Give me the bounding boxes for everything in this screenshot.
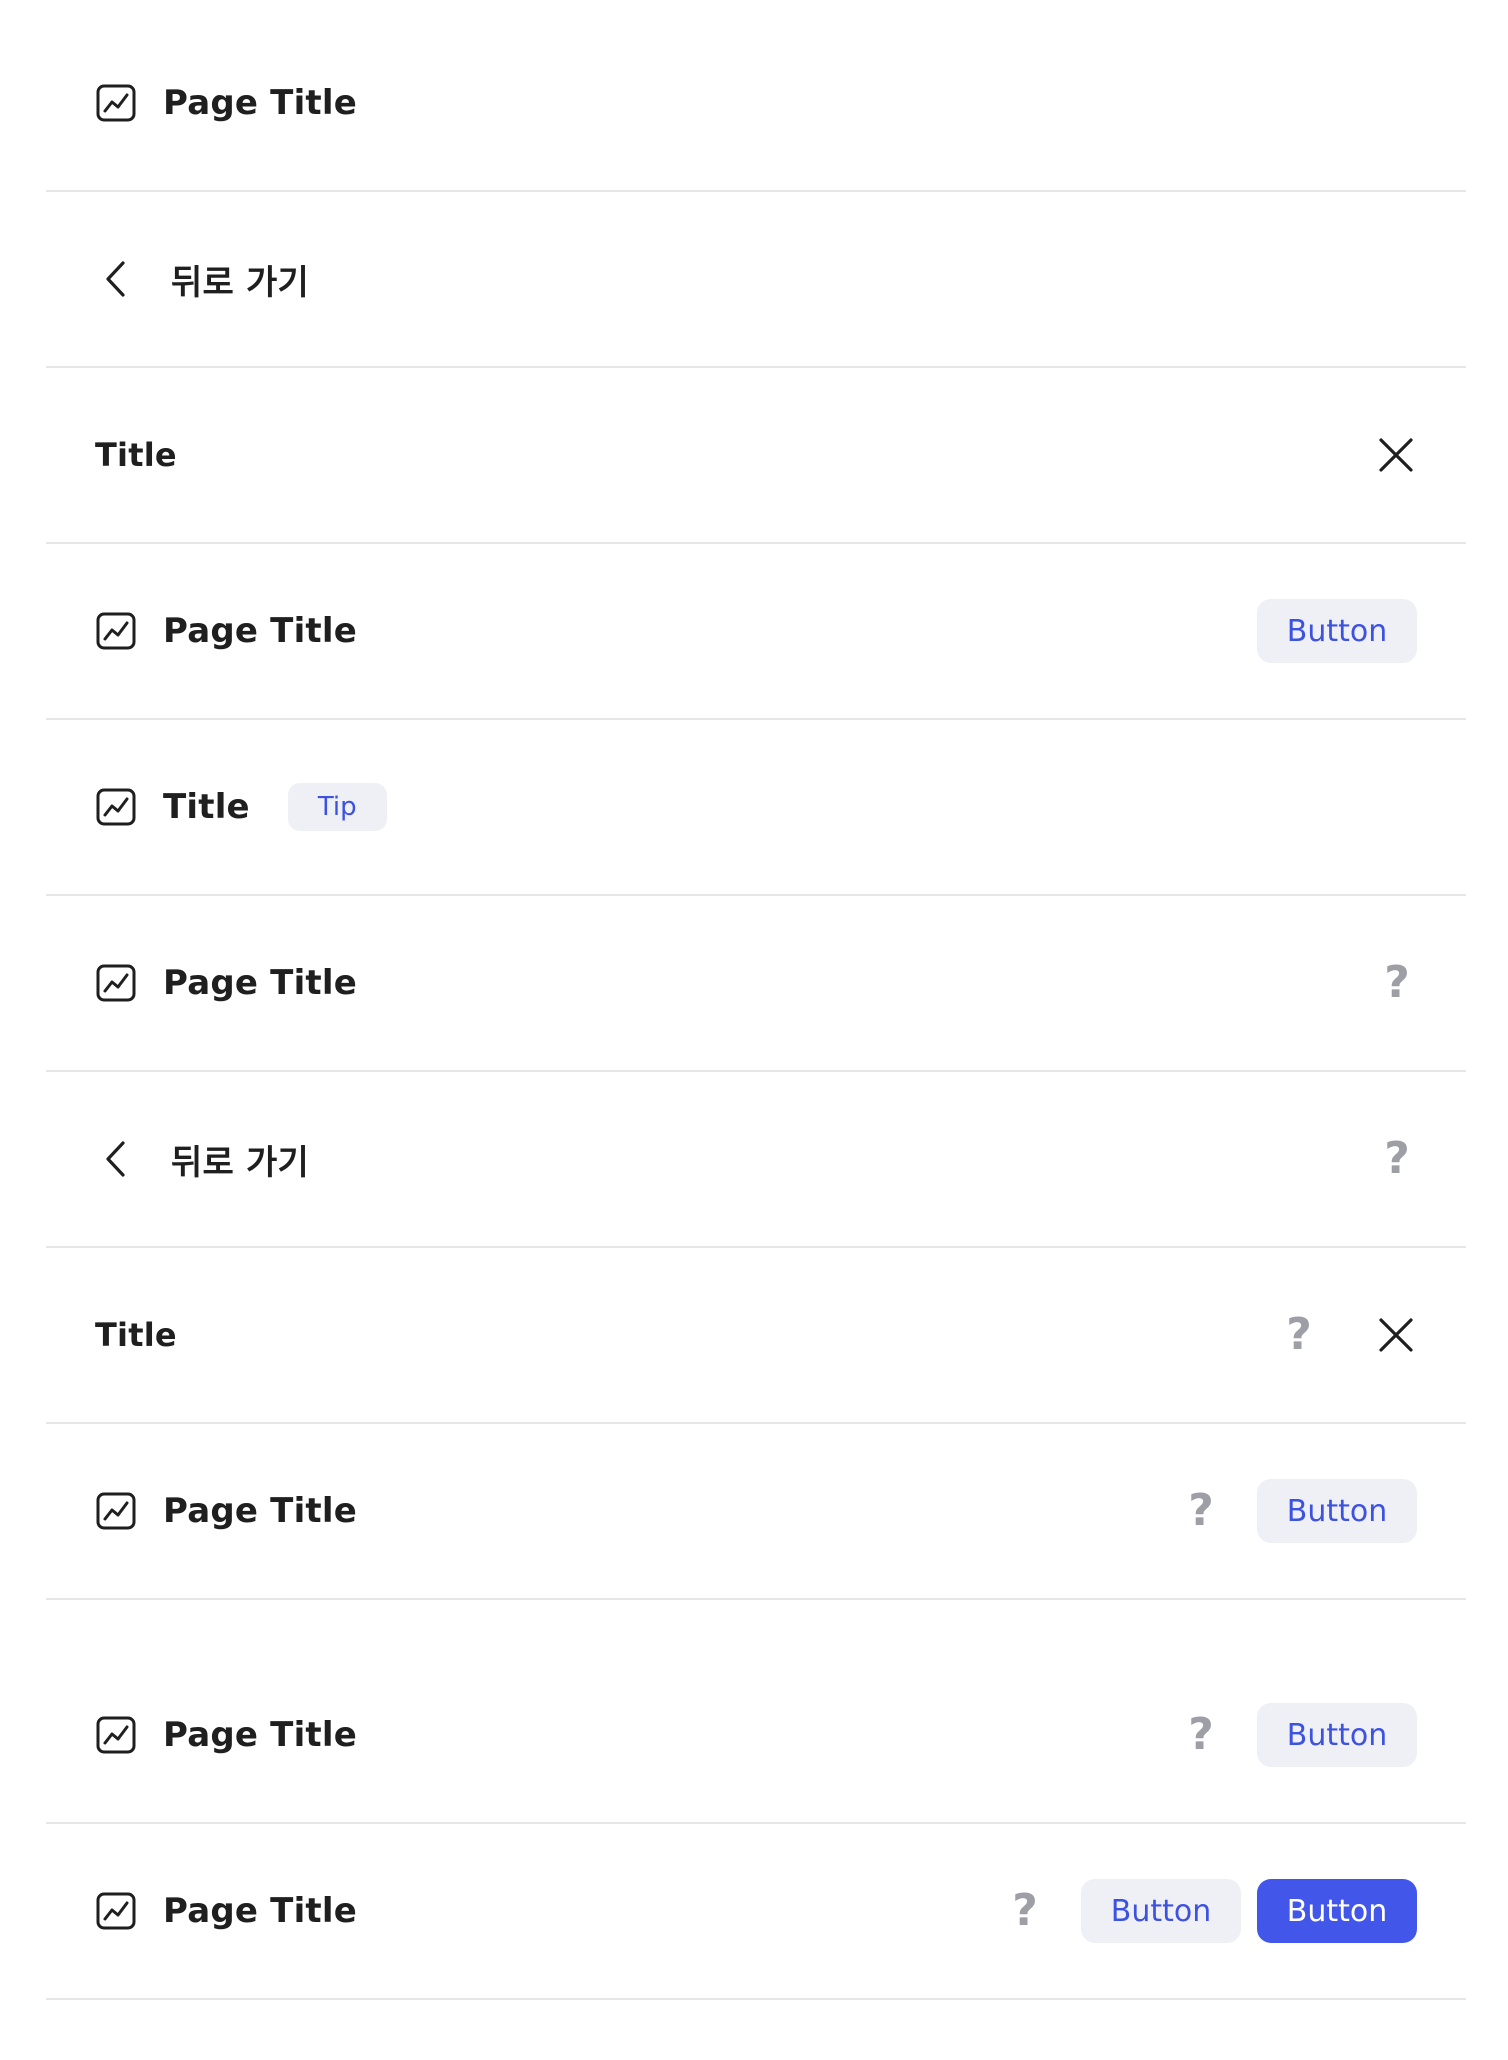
secondary-button[interactable]: Button — [1257, 1479, 1417, 1543]
secondary-button[interactable]: Button — [1257, 1703, 1417, 1767]
back-button[interactable]: 뒤로 가기 — [95, 192, 309, 366]
page-title: Page Title — [163, 1491, 357, 1531]
title: Title — [163, 787, 250, 827]
page-title: Page Title — [163, 1891, 357, 1931]
tip-badge: Tip — [287, 783, 387, 831]
close-icon[interactable] — [1375, 434, 1417, 476]
chart-icon — [95, 786, 137, 828]
back-label[interactable]: 뒤로 가기 — [171, 1135, 309, 1184]
chart-icon — [95, 1490, 137, 1532]
help-icon[interactable]: ? — [1377, 961, 1417, 1005]
secondary-button[interactable]: Button — [1257, 599, 1417, 663]
header-title-tip: Title Tip — [46, 720, 1466, 896]
header-page-title: Page Title — [46, 16, 1466, 192]
chevron-left-icon[interactable] — [95, 258, 137, 300]
primary-button[interactable]: Button — [1257, 1879, 1417, 1943]
header-back-help: 뒤로 가기 ? — [46, 1072, 1466, 1248]
help-icon[interactable]: ? — [1181, 1489, 1221, 1533]
header-modal: Title — [46, 368, 1466, 544]
secondary-button[interactable]: Button — [1081, 1879, 1241, 1943]
header-page-title-help: Page Title ? — [46, 896, 1466, 1072]
header-modal-help: Title ? — [46, 1248, 1466, 1424]
header-page-title-help-button: Page Title ? Button — [46, 1648, 1466, 1824]
header-page-title-button: Page Title Button — [46, 544, 1466, 720]
page-title: Page Title — [163, 963, 357, 1003]
back-button[interactable]: 뒤로 가기 — [95, 1072, 309, 1246]
page-title: Page Title — [163, 611, 357, 651]
header-page-title-help-button: Page Title ? Button — [46, 1424, 1466, 1600]
help-icon[interactable]: ? — [1181, 1713, 1221, 1757]
chart-icon — [95, 1714, 137, 1756]
chart-icon — [95, 82, 137, 124]
chevron-left-icon[interactable] — [95, 1138, 137, 1180]
modal-title: Title — [95, 1316, 177, 1354]
modal-title: Title — [95, 436, 177, 474]
help-icon[interactable]: ? — [1005, 1889, 1045, 1933]
chart-icon — [95, 962, 137, 1004]
page-title: Page Title — [163, 83, 357, 123]
close-icon[interactable] — [1375, 1314, 1417, 1356]
help-icon[interactable]: ? — [1279, 1313, 1319, 1357]
chart-icon — [95, 610, 137, 652]
page-title: Page Title — [163, 1715, 357, 1755]
header-back: 뒤로 가기 — [46, 192, 1466, 368]
chart-icon — [95, 1890, 137, 1932]
help-icon[interactable]: ? — [1377, 1137, 1417, 1181]
header-page-title-help-two-buttons: Page Title ? Button Button — [46, 1824, 1466, 2000]
back-label[interactable]: 뒤로 가기 — [171, 255, 309, 304]
